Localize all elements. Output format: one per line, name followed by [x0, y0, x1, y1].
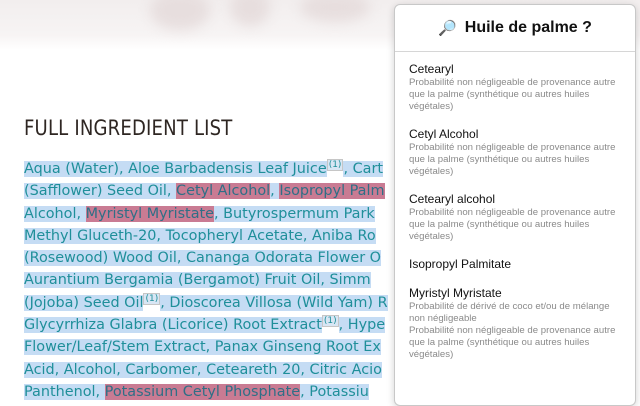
ingredient-name: Isopropyl Palmitate: [409, 257, 512, 271]
ingredient-name: Cetyl Alcohol: [409, 127, 479, 141]
ingredient-text: Flower/Leaf/Stem Extract, Panax Ginseng …: [24, 339, 381, 356]
ingredient-text: , Potassiu: [300, 383, 369, 400]
ingredient-text: (Safflower) Seed Oil,: [24, 183, 177, 200]
ingredient-note: Probabilité non négligeable de provenanc…: [409, 142, 616, 177]
palm-oil-highlight: Potassium Cetyl Phosphate: [104, 383, 301, 400]
ingredient-name: Cetearyl alcohol: [409, 192, 496, 206]
footnote-marker[interactable]: (1): [321, 315, 339, 328]
popup-entry: Myristyl Myristate Probabilité de dérivé …: [409, 286, 621, 361]
popup-entry: Cetearyl Probabilité non négligeable de p…: [409, 62, 621, 113]
ingredient-text: Alcohol,: [24, 205, 86, 222]
ingredient-text: Glycyrrhiza Glabra (Licorice) Root Extra…: [24, 317, 322, 334]
page-title: FULL INGREDIENT LIST: [24, 116, 233, 140]
popup-title: Huile de palme ?: [464, 19, 592, 36]
palm-oil-highlight: Myristyl Myristate: [85, 205, 215, 222]
ingredient-text: Methyl Gluceth-20, Tocopheryl Acetate, A…: [24, 227, 376, 244]
ingredient-text: Panthenol,: [24, 383, 105, 400]
ingredient-text: , Hype: [338, 317, 386, 334]
ingredient-text: (Jojoba) Seed Oil: [24, 294, 144, 311]
ingredient-text: ,: [270, 183, 280, 200]
footnote-marker[interactable]: (1): [143, 292, 161, 305]
ingredient-text: Acid, Alcohol, Carbomer, Ceteareth 20, C…: [24, 361, 382, 378]
ingredient-note: Probabilité non négligeable de provenanc…: [409, 207, 616, 242]
ingredient-text: , Dioscorea Villosa (Wild Yam) R: [160, 294, 388, 311]
popup-entry-list: Cetearyl Probabilité non négligeable de p…: [395, 52, 635, 361]
ingredient-text: , Butyrospermum Park: [214, 205, 375, 222]
popup-entry: Cetyl Alcohol Probabilité non négligeable…: [409, 127, 621, 178]
ingredient-text: Aurantium Bergamia (Bergamot) Fruit Oil,…: [24, 272, 371, 289]
popup-entry: Cetearyl alcohol Probabilité non négligea…: [409, 192, 621, 243]
ingredient-note: Probabilité non négligeable de provenanc…: [409, 77, 616, 112]
popup-entry: Isopropyl Palmitate: [409, 257, 621, 272]
ingredient-name: Myristyl Myristate: [409, 286, 502, 300]
palm-oil-highlight: Cetyl Alcohol: [176, 183, 271, 200]
footnote-marker[interactable]: (1): [326, 159, 344, 171]
palm-oil-popup[interactable]: 🔎 Huile de palme ? Cetearyl Probabilité n…: [394, 4, 636, 406]
ingredient-name: Cetearyl: [409, 62, 454, 76]
ingredient-text: (Rosewood) Wood Oil, Cananga Odorata Flo…: [24, 250, 382, 267]
ingredient-text: Aqua (Water), Aloe Barbadensis Leaf Juic…: [24, 161, 327, 177]
ingredient-note: Probabilité de dérivé de coco et/ou de m…: [409, 301, 616, 360]
palm-oil-highlight: Isopropyl Palm: [279, 183, 385, 200]
popup-header: 🔎 Huile de palme ?: [395, 5, 635, 52]
ingredient-text: , Cart: [343, 161, 384, 177]
magnifier-icon: 🔎: [438, 20, 457, 37]
